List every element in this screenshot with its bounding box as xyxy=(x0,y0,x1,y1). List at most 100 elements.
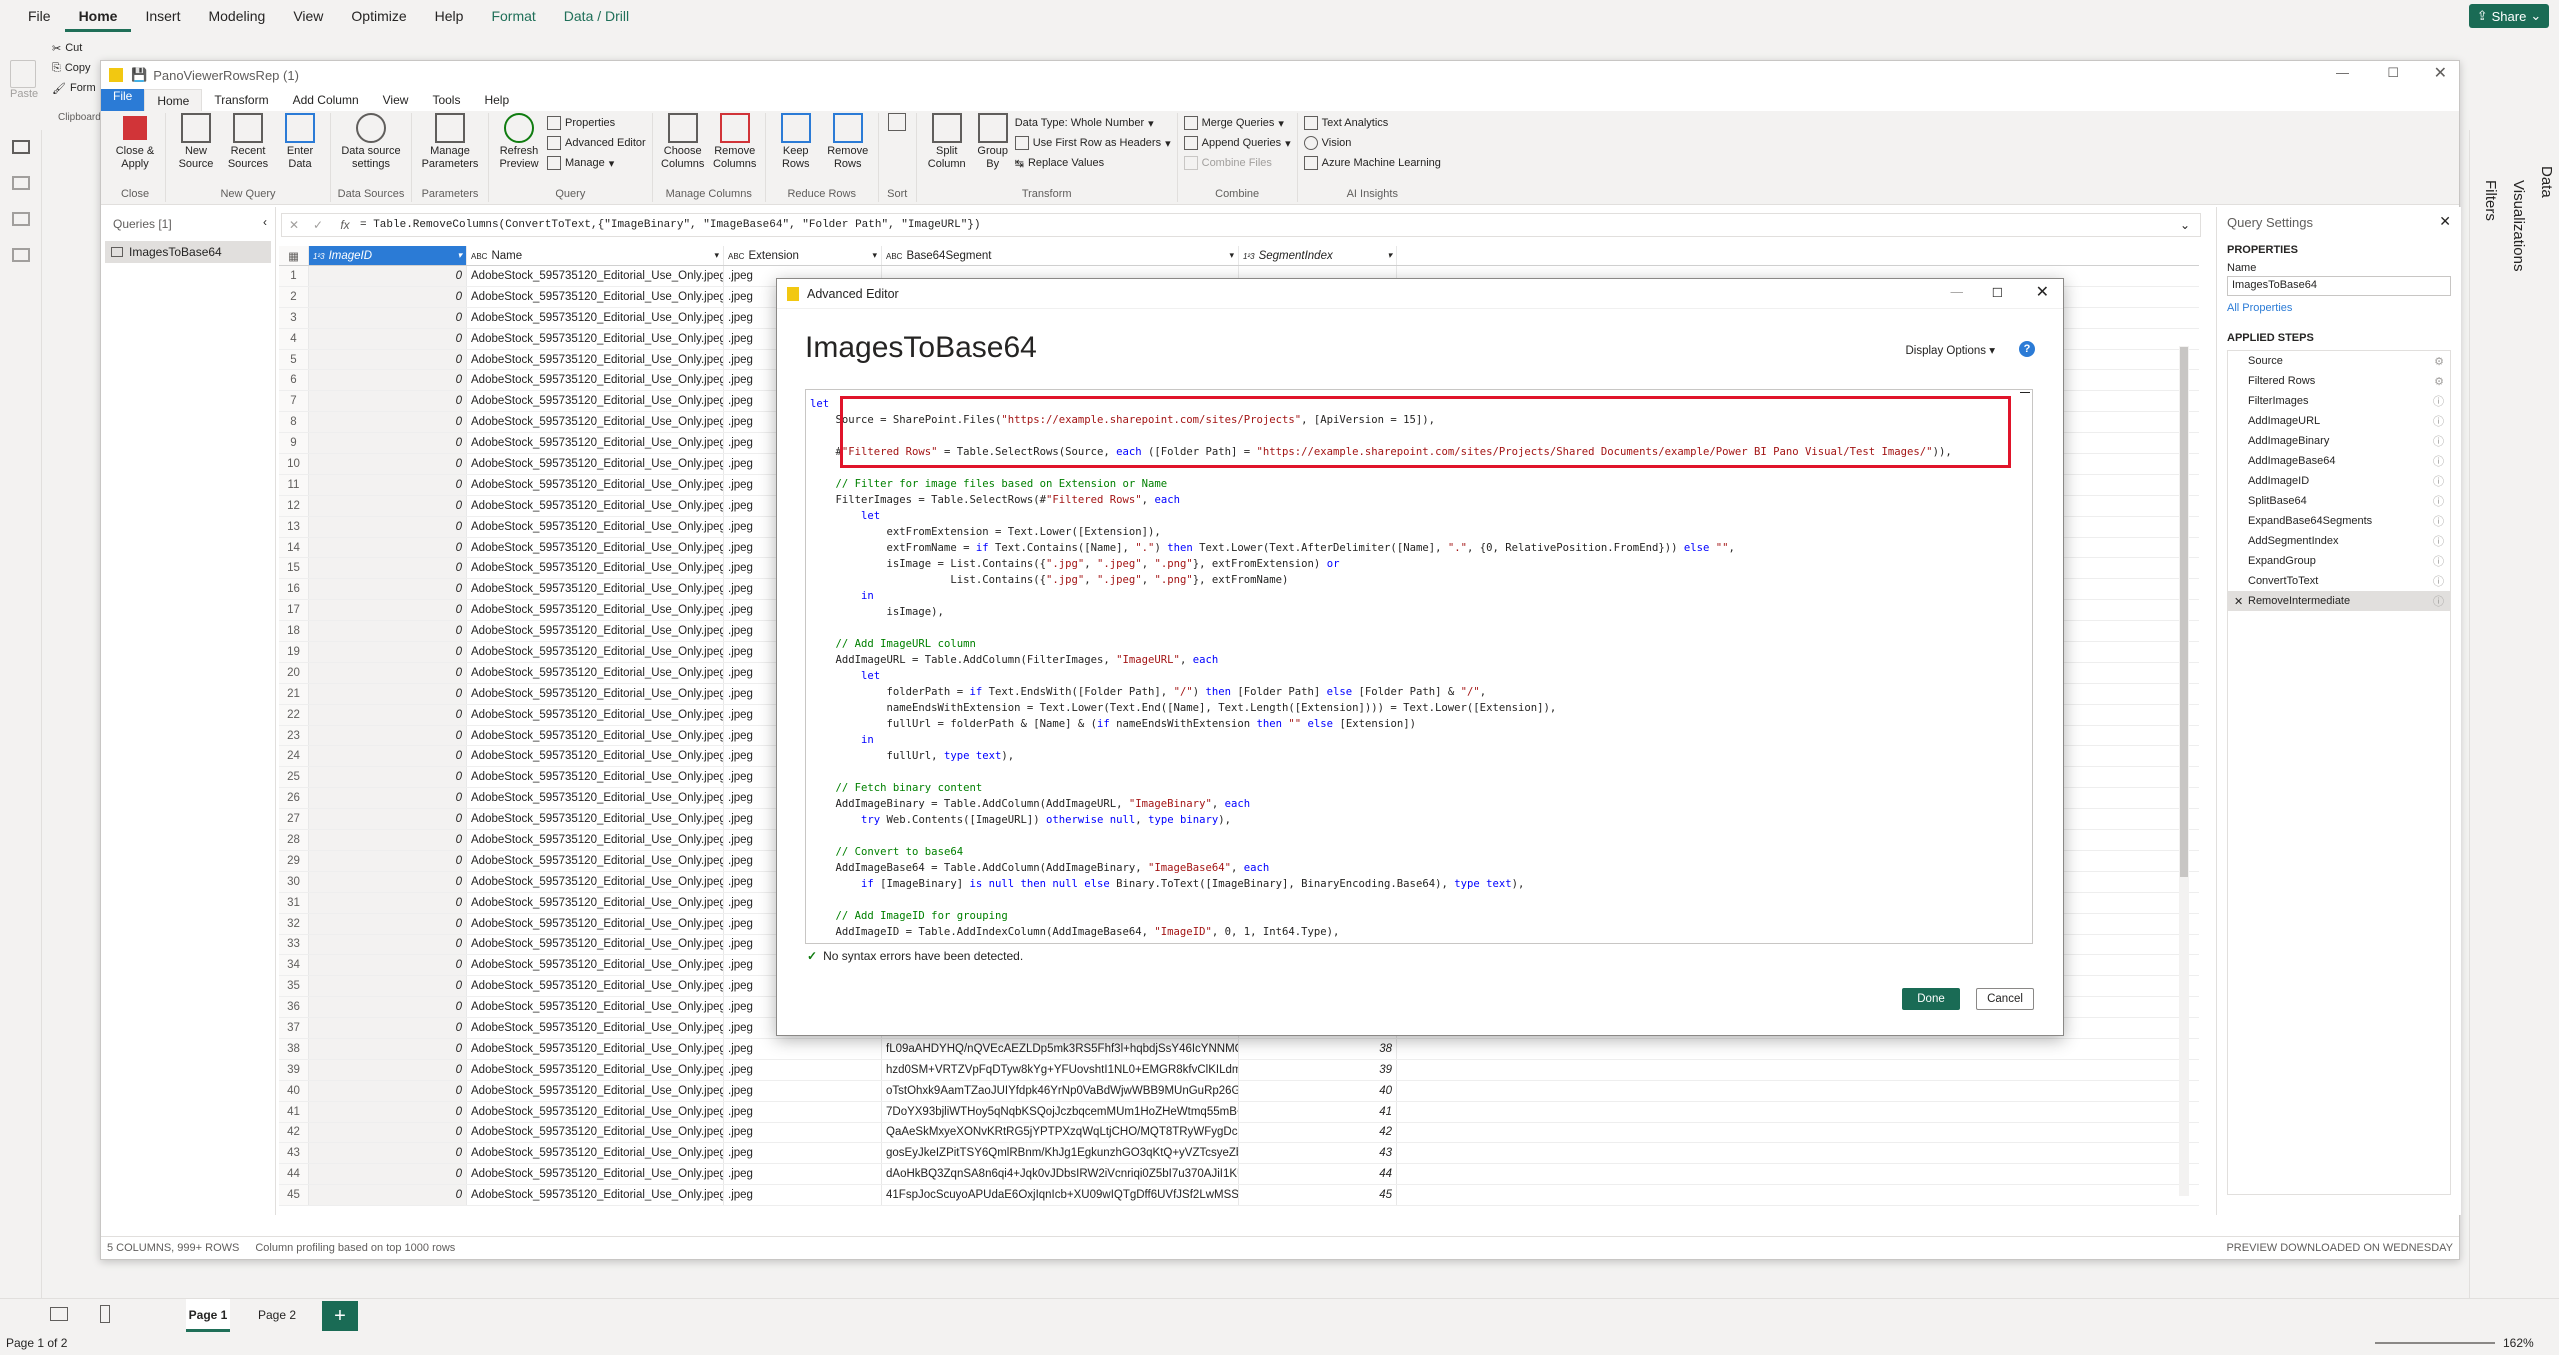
page-tab-1[interactable]: Page 1 xyxy=(186,1299,230,1332)
minimize-icon[interactable]: — xyxy=(2336,65,2349,80)
data-type-dropdown[interactable]: Data Type: Whole Number ▾ xyxy=(1015,113,1171,133)
table-row[interactable]: 38 0 AdobeStock_595735120_Editorial_Use_On… xyxy=(279,1038,2199,1060)
info-icon[interactable]: ⓘ xyxy=(2433,553,2444,569)
table-row[interactable]: 44 0 AdobeStock_595735120_Editorial_Use_On… xyxy=(279,1164,2199,1186)
page-tab-2[interactable]: Page 2 xyxy=(258,1299,296,1332)
desktop-layout-icon[interactable] xyxy=(50,1307,68,1321)
pq-tab-home[interactable]: Home xyxy=(144,89,203,111)
expand-formula-icon[interactable]: ⌄ xyxy=(2180,218,2200,232)
first-row-headers-button[interactable]: Use First Row as Headers ▾ xyxy=(1014,133,1171,153)
data-source-settings-button[interactable]: Data source settings xyxy=(337,113,405,171)
close-apply-button[interactable]: Close & Apply xyxy=(111,113,159,171)
table-row[interactable]: 43 0 AdobeStock_595735120_Editorial_Use_On… xyxy=(279,1143,2199,1165)
new-source-button[interactable]: New Source xyxy=(172,113,220,171)
replace-values-button[interactable]: ↹ Replace Values xyxy=(1015,153,1171,173)
table-row[interactable]: 42 0 AdobeStock_595735120_Editorial_Use_On… xyxy=(279,1122,2199,1144)
pbi-tab-help[interactable]: Help xyxy=(421,0,478,32)
info-icon[interactable]: ⓘ xyxy=(2433,513,2444,529)
maximize-icon[interactable]: ☐ xyxy=(1992,285,2003,300)
merge-queries-button[interactable]: Merge Queries ▾ xyxy=(1183,113,1284,133)
filter-dropdown-icon[interactable]: ▾ xyxy=(457,250,462,261)
add-page-button[interactable]: + xyxy=(322,1301,358,1331)
close-icon[interactable]: ✕ xyxy=(2036,282,2049,302)
pq-tab-help[interactable]: Help xyxy=(472,89,521,111)
format-painter-button[interactable]: 🖌 Form xyxy=(52,78,96,98)
pbi-tab-file[interactable]: File xyxy=(14,0,65,32)
manage-parameters-button[interactable]: Manage Parameters xyxy=(418,113,482,171)
dax-view-icon[interactable] xyxy=(12,248,30,262)
enter-data-button[interactable]: Enter Data xyxy=(276,113,324,171)
all-properties-link[interactable]: All Properties xyxy=(2227,302,2451,314)
column-header-name[interactable]: ABC Name ▾ xyxy=(467,246,724,265)
applied-step[interactable]: ExpandBase64Segments ⓘ xyxy=(2228,511,2450,531)
display-options-dropdown[interactable]: Display Options ▾ xyxy=(1905,343,1995,357)
pq-tab-tools[interactable]: Tools xyxy=(420,89,472,111)
applied-step[interactable]: AddImageURL ⓘ xyxy=(2228,411,2450,431)
applied-step[interactable]: ExpandGroup ⓘ xyxy=(2228,551,2450,571)
type-icon[interactable]: 1²3 xyxy=(313,252,325,261)
applied-step[interactable]: AddImageID ⓘ xyxy=(2228,471,2450,491)
info-icon[interactable]: ⓘ xyxy=(2433,453,2444,469)
applied-step[interactable]: Source ⚙ xyxy=(2228,351,2450,371)
save-icon[interactable]: 💾 xyxy=(131,67,147,83)
cancel-button[interactable]: Cancel xyxy=(1976,988,2034,1010)
cut-button[interactable]: ✂ Cut xyxy=(52,38,82,58)
filters-pane-tab[interactable]: Filters xyxy=(2482,180,2499,221)
advanced-editor-button[interactable]: Advanced Editor xyxy=(547,133,646,153)
azure-ml-button[interactable]: Azure Machine Learning xyxy=(1303,153,1441,173)
gear-icon[interactable]: ⚙ xyxy=(2434,355,2444,368)
collapse-pane-icon[interactable]: ‹ xyxy=(263,215,267,229)
type-icon[interactable]: 1²3 xyxy=(1243,252,1255,261)
grid-scrollbar[interactable] xyxy=(2179,346,2189,1196)
info-icon[interactable]: ⓘ xyxy=(2433,533,2444,549)
info-icon[interactable]: ⓘ xyxy=(2433,493,2444,509)
split-column-button[interactable]: Split Column xyxy=(923,113,971,171)
type-icon[interactable]: ABC xyxy=(471,252,487,261)
delete-step-icon[interactable]: ✕ xyxy=(2234,595,2243,608)
pbi-tab-format[interactable]: Format xyxy=(477,0,549,32)
info-icon[interactable]: ⓘ xyxy=(2433,593,2444,609)
mobile-layout-icon[interactable] xyxy=(100,1305,110,1323)
properties-button[interactable]: Properties xyxy=(547,113,646,133)
table-row[interactable]: 41 0 AdobeStock_595735120_Editorial_Use_On… xyxy=(279,1101,2199,1123)
pbi-tab-home[interactable]: Home xyxy=(64,0,132,32)
table-view-icon[interactable] xyxy=(12,176,30,190)
recent-sources-button[interactable]: Recent Sources xyxy=(224,113,272,171)
column-header-imageid[interactable]: 1²3 ImageID ▾ xyxy=(309,246,467,265)
pq-tab-view[interactable]: View xyxy=(371,89,421,111)
done-button[interactable]: Done xyxy=(1902,988,1960,1010)
column-header-base64segment[interactable]: ABC Base64Segment ▾ xyxy=(882,246,1239,265)
minimize-icon[interactable]: — xyxy=(1951,285,1964,299)
maximize-icon[interactable]: ☐ xyxy=(2387,65,2399,81)
sort-ascending-button[interactable] xyxy=(885,113,909,133)
keep-rows-button[interactable]: Keep Rows xyxy=(772,113,820,171)
pbi-tab-optimize[interactable]: Optimize xyxy=(337,0,420,32)
pq-tab-file[interactable]: File xyxy=(101,89,145,111)
code-editor[interactable]: let Source = SharePoint.Files("https://e… xyxy=(805,389,2033,944)
pbi-tab-data-drill[interactable]: Data / Drill xyxy=(550,0,643,32)
paste-button[interactable]: Paste xyxy=(10,60,38,100)
query-name-input[interactable]: ImagesToBase64 xyxy=(2227,276,2451,296)
column-header-extension[interactable]: ABC Extension ▾ xyxy=(724,246,882,265)
text-analytics-button[interactable]: Text Analytics xyxy=(1303,113,1388,133)
type-icon[interactable]: ABC xyxy=(886,252,902,261)
table-row[interactable]: 40 0 AdobeStock_595735120_Editorial_Use_On… xyxy=(279,1080,2199,1102)
applied-step[interactable]: ConvertToText ⓘ xyxy=(2228,571,2450,591)
profiling-status[interactable]: Column profiling based on top 1000 rows xyxy=(255,1242,455,1254)
choose-columns-button[interactable]: Choose Columns xyxy=(659,113,707,171)
applied-step[interactable]: Filtered Rows ⚙ xyxy=(2228,371,2450,391)
cancel-formula-icon[interactable]: ✕ xyxy=(282,218,306,232)
close-icon[interactable]: ✕ xyxy=(2434,63,2447,83)
pq-tab-add-column[interactable]: Add Column xyxy=(281,89,371,111)
applied-step[interactable]: FilterImages ⓘ xyxy=(2228,391,2450,411)
append-queries-button[interactable]: Append Queries ▾ xyxy=(1183,133,1291,153)
zoom-slider[interactable] xyxy=(2375,1342,2495,1344)
help-icon[interactable]: ? xyxy=(2019,341,2035,357)
remove-columns-button[interactable]: Remove Columns xyxy=(711,113,759,171)
manage-button[interactable]: Manage ▾ xyxy=(547,153,646,173)
pbi-tab-insert[interactable]: Insert xyxy=(131,0,194,32)
type-icon[interactable]: ABC xyxy=(728,252,744,261)
filter-dropdown-icon[interactable]: ▾ xyxy=(1387,250,1392,261)
pq-tab-transform[interactable]: Transform xyxy=(202,89,280,111)
applied-step[interactable]: AddImageBase64 ⓘ xyxy=(2228,451,2450,471)
